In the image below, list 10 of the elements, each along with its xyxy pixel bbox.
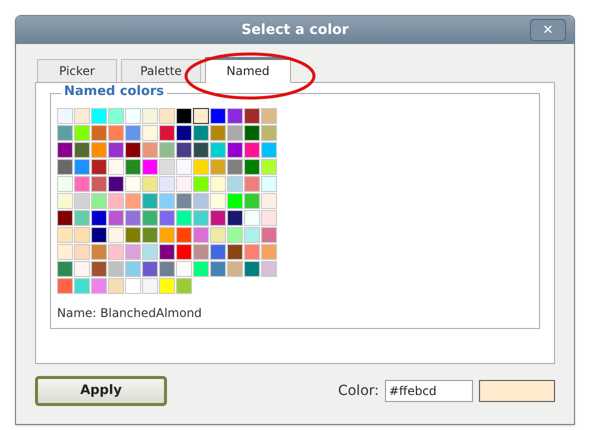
color-hex-input[interactable]: #ffebcd: [385, 380, 473, 402]
color-name-label: Name: BlanchedAlmond: [57, 305, 202, 322]
color-swatch[interactable]: [193, 108, 209, 124]
group-title: Named colors: [61, 85, 168, 98]
window-title: Select a color: [241, 20, 349, 40]
tab[interactable]: Palette: [121, 59, 201, 82]
apply-button[interactable]: Apply: [35, 376, 167, 406]
color-label: Color:: [338, 382, 379, 400]
tab[interactable]: Named: [205, 57, 291, 83]
tab[interactable]: Picker: [37, 59, 117, 82]
